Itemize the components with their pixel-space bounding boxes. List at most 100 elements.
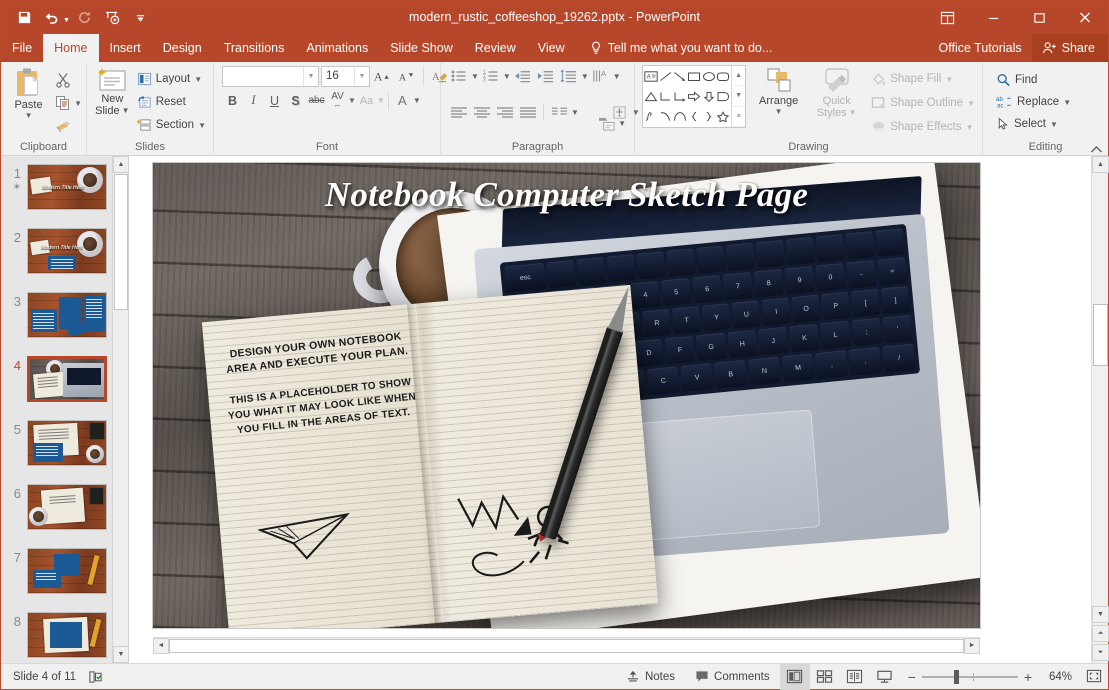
change-case-button[interactable]: Aa xyxy=(356,90,377,111)
slide-4-content[interactable]: esc ~1234567890-= tabQWERTYUIOP[] xyxy=(153,163,980,628)
new-slide-dropdown-icon[interactable]: ▼ xyxy=(122,105,130,117)
decrease-font-size-icon[interactable]: A xyxy=(396,65,418,87)
slideshow-icon[interactable] xyxy=(100,6,126,30)
thumbnail-scrollbar-thumb[interactable] xyxy=(114,174,128,310)
slide-thumbnail-3[interactable]: 3 xyxy=(1,292,112,338)
slide-horizontal-scrollbar[interactable]: ◄ ► xyxy=(153,637,980,654)
vertical-scrollbar-thumb[interactable] xyxy=(1093,304,1108,366)
columns-icon[interactable] xyxy=(548,101,570,123)
scroll-left-icon[interactable]: ◄ xyxy=(153,637,169,654)
shapes-more-icon[interactable]: ≡ xyxy=(732,107,746,127)
font-name-dropdown-icon[interactable]: ▼ xyxy=(303,66,318,86)
zoom-control[interactable]: − + 64% xyxy=(900,669,1080,685)
save-icon[interactable] xyxy=(11,6,37,30)
account-name[interactable]: Office Tutorials xyxy=(929,34,1032,62)
increase-font-size-icon[interactable]: A xyxy=(372,65,394,87)
shape-effects-dropdown-icon[interactable]: ▼ xyxy=(966,123,974,132)
tab-home[interactable]: Home xyxy=(43,34,99,62)
previous-slide-icon[interactable]: ⏶ xyxy=(1092,625,1109,642)
tab-animations[interactable]: Animations xyxy=(295,34,379,62)
shape-arc-icon[interactable] xyxy=(673,106,687,126)
slide-thumbnail-8[interactable]: 8 xyxy=(1,612,112,658)
replace-button[interactable]: ab ac Replace ▼ xyxy=(993,91,1074,113)
arrange-dropdown-icon[interactable]: ▼ xyxy=(775,107,783,116)
thumbnail-scroll-down-icon[interactable]: ▼ xyxy=(113,646,128,663)
shape-scribble-icon[interactable] xyxy=(644,106,658,126)
shape-curve-icon[interactable] xyxy=(658,106,672,126)
redo-icon[interactable] xyxy=(72,6,98,30)
fit-slide-to-window-icon[interactable] xyxy=(1080,664,1108,690)
zoom-in-button[interactable]: + xyxy=(1024,669,1032,685)
next-slide-icon[interactable]: ⏷ xyxy=(1092,644,1109,661)
numbering-dropdown-icon[interactable]: ▼ xyxy=(503,72,511,81)
font-color-button[interactable]: A xyxy=(392,90,413,111)
section-button[interactable]: Section ▼ xyxy=(134,114,209,136)
thumbnail-scroll-up-icon[interactable]: ▲ xyxy=(113,156,128,173)
accessibility-checker-icon[interactable] xyxy=(88,670,103,684)
justify-icon[interactable] xyxy=(517,101,539,123)
copy-dropdown-icon[interactable]: ▼ xyxy=(74,99,82,108)
reset-button[interactable]: Reset xyxy=(134,91,209,113)
reading-view-button[interactable] xyxy=(840,664,870,690)
paste-dropdown-icon[interactable]: ▼ xyxy=(25,111,33,120)
tab-slide-show[interactable]: Slide Show xyxy=(379,34,464,62)
thumbnail-image[interactable]: Modern Title Here xyxy=(27,164,107,210)
undo-dropdown-icon[interactable]: ▼ xyxy=(63,17,70,24)
share-button[interactable]: Share xyxy=(1031,34,1108,62)
line-spacing-dropdown-icon[interactable]: ▼ xyxy=(581,72,589,81)
tab-view[interactable]: View xyxy=(527,34,576,62)
increase-indent-icon[interactable] xyxy=(535,65,557,87)
thumbnail-image[interactable] xyxy=(27,356,107,402)
slide-show-view-button[interactable] xyxy=(870,664,900,690)
thumbnail-image[interactable] xyxy=(27,612,107,658)
bullets-icon[interactable] xyxy=(448,65,470,87)
tab-insert[interactable]: Insert xyxy=(99,34,152,62)
shapes-gallery[interactable]: A ▲ ▼ ≡ xyxy=(642,65,747,128)
quick-styles-button[interactable]: Quick Styles ▼ xyxy=(811,65,862,119)
scroll-up-icon[interactable]: ▲ xyxy=(1092,156,1109,173)
slide-thumbnail-5[interactable]: 5 xyxy=(1,420,112,466)
select-button[interactable]: Select ▼ xyxy=(993,113,1074,135)
thumbnail-image[interactable] xyxy=(27,484,107,530)
italic-button[interactable]: I xyxy=(243,90,264,111)
align-center-icon[interactable] xyxy=(471,101,493,123)
line-spacing-icon[interactable] xyxy=(558,65,580,87)
align-left-icon[interactable] xyxy=(448,101,470,123)
shape-elbow-connector-icon[interactable] xyxy=(658,87,672,107)
underline-button[interactable]: U xyxy=(264,90,285,111)
find-button[interactable]: Find xyxy=(993,69,1074,91)
text-shadow-button[interactable]: S xyxy=(285,90,306,111)
shape-elbow-arrow-icon[interactable] xyxy=(673,87,687,107)
slide-vertical-scrollbar[interactable]: ▲ ▼ ⏶ ⏷ xyxy=(1091,156,1109,663)
new-slide-button[interactable]: New Slide ▼ xyxy=(91,65,134,117)
select-dropdown-icon[interactable]: ▼ xyxy=(1050,120,1058,129)
align-right-icon[interactable] xyxy=(494,101,516,123)
slide-title[interactable]: Notebook Computer Sketch Page xyxy=(153,175,980,215)
cut-icon[interactable] xyxy=(52,69,74,91)
shape-outline-dropdown-icon[interactable]: ▼ xyxy=(967,99,975,108)
shape-right-brace-icon[interactable] xyxy=(701,106,715,126)
slide-canvas[interactable]: esc ~1234567890-= tabQWERTYUIOP[] xyxy=(153,163,980,654)
font-size-dropdown-icon[interactable]: ▼ xyxy=(354,66,369,86)
customize-quick-access-toolbar-icon[interactable] xyxy=(128,6,154,30)
thumbnail-pane-scrollbar[interactable]: ▲ ▼ xyxy=(112,156,128,663)
shape-down-arrow-icon[interactable] xyxy=(701,87,715,107)
zoom-out-button[interactable]: − xyxy=(908,669,916,685)
ribbon-display-options-icon[interactable] xyxy=(924,1,970,34)
horizontal-scroll-track[interactable] xyxy=(169,638,964,653)
numbering-icon[interactable]: 123 xyxy=(480,65,502,87)
shape-pentagon-icon[interactable] xyxy=(716,87,730,107)
font-name-combobox[interactable]: ▼ xyxy=(222,65,319,87)
text-direction-icon[interactable]: A xyxy=(590,65,612,87)
shape-star-icon[interactable] xyxy=(716,106,730,126)
shape-effects-button[interactable]: Shape Effects ▼ xyxy=(868,116,978,138)
shape-left-brace-icon[interactable] xyxy=(687,106,701,126)
thumbnail-image[interactable] xyxy=(27,292,107,338)
bold-button[interactable]: B xyxy=(222,90,243,111)
tab-review[interactable]: Review xyxy=(464,34,527,62)
zoom-slider-handle[interactable] xyxy=(953,669,959,684)
scroll-right-icon[interactable]: ► xyxy=(964,637,980,654)
replace-dropdown-icon[interactable]: ▼ xyxy=(1063,98,1071,107)
shape-textbox-icon[interactable]: A xyxy=(644,67,658,87)
slide-thumbnail-4[interactable]: 4 xyxy=(1,356,112,402)
